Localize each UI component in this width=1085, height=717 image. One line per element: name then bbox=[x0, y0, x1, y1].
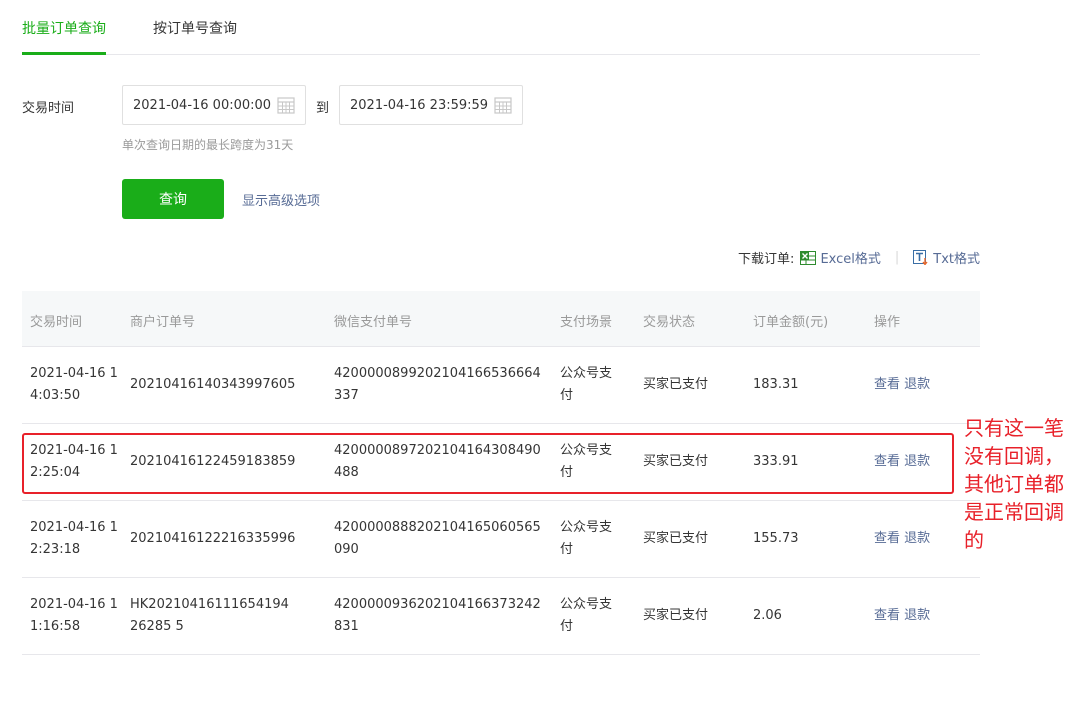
table-header: 交易时间 商户订单号 微信支付单号 支付场景 交易状态 订单金额(元) 操作 bbox=[22, 291, 980, 347]
row-trade-time: 2021-04-16 12:23:18 bbox=[30, 520, 118, 557]
excel-icon bbox=[800, 250, 817, 265]
table-row: 2021-04-16 12:23:18 20210416122216335996… bbox=[22, 501, 980, 578]
header-wechat-pay-no: 微信支付单号 bbox=[334, 315, 413, 330]
download-label: 下载订单: bbox=[738, 252, 795, 267]
row-merchant-order-no: 20210416122459183859 bbox=[130, 454, 296, 469]
txt-file-icon bbox=[913, 250, 928, 265]
refund-link[interactable]: 退款 bbox=[904, 377, 930, 392]
row-pay-scene: 公众号支付 bbox=[560, 366, 613, 403]
row-wechat-pay-no: 4200000897202104164308490488 bbox=[334, 443, 541, 480]
annotation-note: 只有这一笔没有回调，其他订单都是正常回调的 bbox=[964, 416, 1064, 552]
query-button[interactable]: 查询 bbox=[122, 179, 224, 219]
view-link[interactable]: 查看 bbox=[874, 608, 900, 623]
view-link[interactable]: 查看 bbox=[874, 531, 900, 546]
row-wechat-pay-no: 4200000888202104165060565090 bbox=[334, 520, 541, 557]
row-trade-time: 2021-04-16 12:25:04 bbox=[30, 443, 118, 480]
row-order-amount: 155.73 bbox=[753, 531, 799, 546]
table-row: 2021-04-16 14:03:50 20210416140343997605… bbox=[22, 347, 980, 424]
row-actions: 查看 退款 bbox=[874, 451, 930, 473]
tab-order-number-query[interactable]: 按订单号查询 bbox=[153, 18, 237, 38]
row-actions: 查看 退款 bbox=[874, 605, 930, 627]
header-order-amount: 订单金额(元) bbox=[753, 315, 829, 330]
start-date-input[interactable]: 2021-04-16 00:00:00 bbox=[122, 85, 306, 125]
view-link[interactable]: 查看 bbox=[874, 377, 900, 392]
trade-time-label: 交易时间 bbox=[22, 101, 75, 116]
show-advanced-options-link[interactable]: 显示高级选项 bbox=[242, 190, 320, 209]
calendar-icon[interactable] bbox=[494, 96, 512, 114]
row-trade-status: 买家已支付 bbox=[643, 531, 709, 546]
row-pay-scene: 公众号支付 bbox=[560, 597, 613, 634]
header-trade-time: 交易时间 bbox=[30, 315, 83, 330]
row-pay-scene: 公众号支付 bbox=[560, 443, 613, 480]
tab-bar: 批量订单查询 按订单号查询 bbox=[22, 0, 980, 55]
refund-link[interactable]: 退款 bbox=[904, 454, 930, 469]
row-merchant-order-no: HK2021041611165419426285 5 bbox=[130, 597, 289, 634]
row-trade-time: 2021-04-16 11:16:58 bbox=[30, 597, 118, 634]
download-excel-link[interactable]: Excel格式 bbox=[794, 248, 881, 267]
txt-format-label: Txt格式 bbox=[933, 252, 980, 267]
row-wechat-pay-no: 4200000899202104166536664337 bbox=[334, 366, 541, 403]
calendar-icon[interactable] bbox=[277, 96, 295, 114]
row-actions: 查看 退款 bbox=[874, 528, 930, 550]
table-row: 2021-04-16 12:25:04 20210416122459183859… bbox=[22, 424, 980, 501]
start-date-value: 2021-04-16 00:00:00 bbox=[133, 97, 272, 113]
row-pay-scene: 公众号支付 bbox=[560, 520, 613, 557]
row-trade-status: 买家已支付 bbox=[643, 377, 709, 392]
download-separator: | bbox=[894, 250, 900, 265]
to-label: 到 bbox=[316, 101, 330, 116]
end-date-value: 2021-04-16 23:59:59 bbox=[350, 97, 489, 113]
header-pay-scene: 支付场景 bbox=[560, 315, 613, 330]
refund-link[interactable]: 退款 bbox=[904, 608, 930, 623]
row-trade-status: 买家已支付 bbox=[643, 454, 709, 469]
row-order-amount: 2.06 bbox=[753, 608, 782, 623]
view-link[interactable]: 查看 bbox=[874, 454, 900, 469]
refund-link[interactable]: 退款 bbox=[904, 531, 930, 546]
excel-format-label: Excel格式 bbox=[820, 252, 881, 267]
date-range-hint: 单次查询日期的最长跨度为31天 bbox=[122, 138, 294, 152]
row-merchant-order-no: 20210416122216335996 bbox=[130, 531, 296, 546]
row-order-amount: 183.31 bbox=[753, 377, 799, 392]
row-trade-time: 2021-04-16 14:03:50 bbox=[30, 366, 118, 403]
download-orders: 下载订单: Excel格式 | Txt格式 bbox=[738, 248, 980, 267]
header-actions: 操作 bbox=[874, 315, 901, 330]
tab-batch-query[interactable]: 批量订单查询 bbox=[22, 18, 106, 38]
download-txt-link[interactable]: Txt格式 bbox=[913, 248, 980, 267]
row-wechat-pay-no: 4200000936202104166373242831 bbox=[334, 597, 541, 634]
active-tab-indicator bbox=[22, 52, 106, 55]
end-date-input[interactable]: 2021-04-16 23:59:59 bbox=[339, 85, 523, 125]
orders-table: 交易时间 商户订单号 微信支付单号 支付场景 交易状态 订单金额(元) 操作 2… bbox=[22, 291, 980, 655]
header-merchant-order-no: 商户订单号 bbox=[130, 315, 196, 330]
row-order-amount: 333.91 bbox=[753, 454, 799, 469]
row-merchant-order-no: 20210416140343997605 bbox=[130, 377, 296, 392]
header-trade-status: 交易状态 bbox=[643, 315, 696, 330]
row-trade-status: 买家已支付 bbox=[643, 608, 709, 623]
row-actions: 查看 退款 bbox=[874, 374, 930, 396]
table-row: 2021-04-16 11:16:58 HK202104161116541942… bbox=[22, 578, 980, 655]
